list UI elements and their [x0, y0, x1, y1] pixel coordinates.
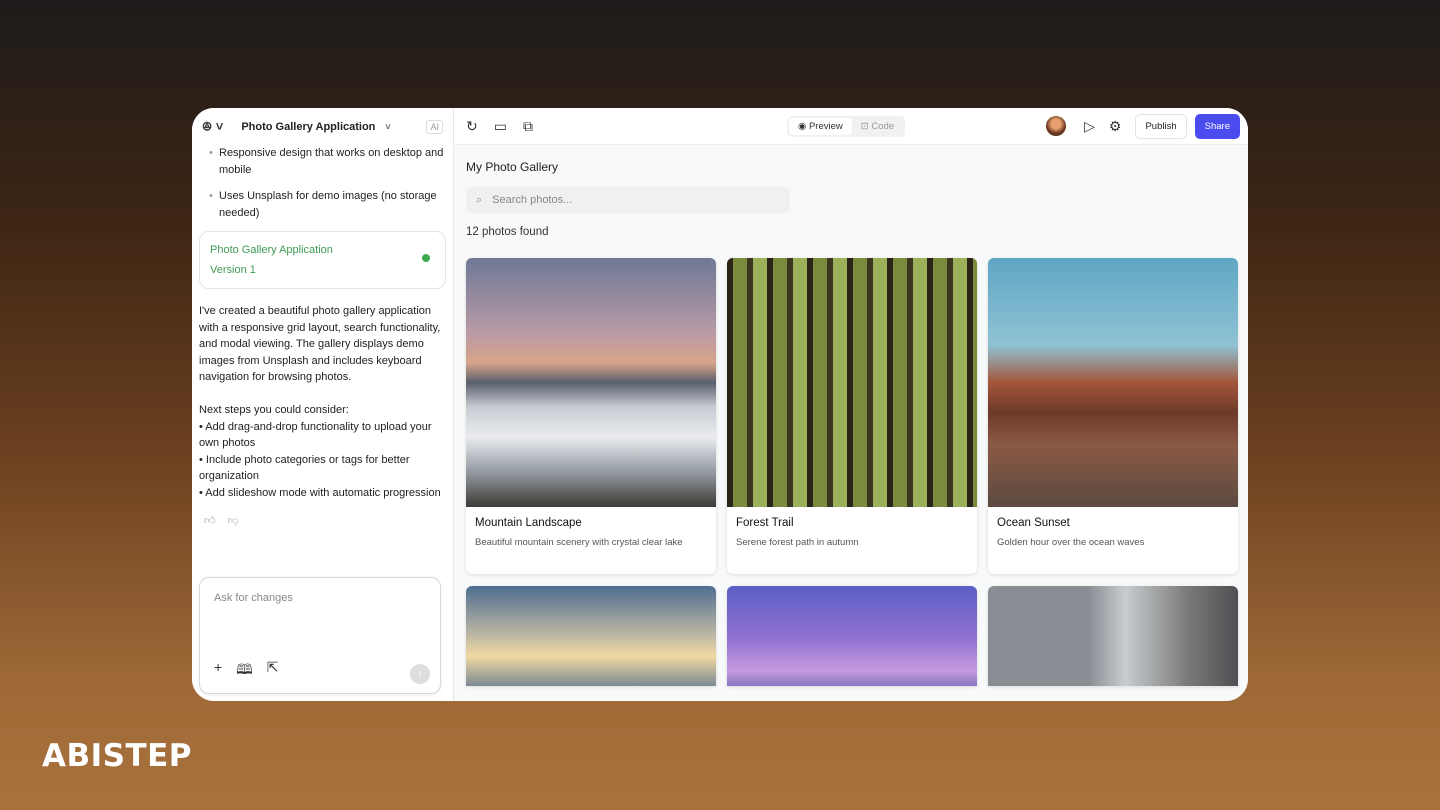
avatar[interactable]: [1046, 116, 1067, 136]
list-item: • Uses Unsplash for demo images (no stora…: [199, 188, 446, 221]
bullet-text: Responsive design that works on desktop …: [219, 147, 444, 176]
view-toggle: ◉ Preview ⊡ Code: [787, 116, 906, 137]
panel-icon[interactable]: ▭: [494, 118, 507, 135]
chevron-down-icon[interactable]: ˅: [385, 122, 390, 132]
publish-button[interactable]: Publish: [1135, 113, 1187, 139]
message-line: Next steps you could consider:: [199, 404, 349, 416]
tab-code[interactable]: ⊡ Code: [852, 118, 903, 135]
book-icon[interactable]: 🕮: [236, 659, 253, 683]
photo-grid: Mountain Landscape Beautiful mountain sce…: [466, 258, 1238, 686]
photo-card[interactable]: Mountain Landscape Beautiful mountain sce…: [466, 258, 716, 574]
send-button[interactable]: ↑: [410, 664, 430, 684]
preview-pane: My Photo Gallery ⌕ Search photos... 12 ph…: [454, 145, 1248, 701]
photo-card[interactable]: Ocean Sunset Golden hour over the ocean w…: [988, 258, 1238, 574]
photo-card[interactable]: [727, 586, 977, 686]
assistant-message: I've created a beautiful photo gallery a…: [199, 305, 441, 383]
search-input[interactable]: ⌕ Search photos...: [466, 187, 790, 213]
code-icon: ⊡: [860, 121, 872, 132]
chat-input[interactable]: Ask for changes + 🕮 ⇱ ↑: [199, 577, 441, 694]
app-logo-icon[interactable]: ꔮ ˅: [202, 119, 223, 135]
message-line: • Include photo categories or tags for b…: [199, 453, 410, 483]
tab-label: Code: [871, 121, 895, 132]
ai-badge[interactable]: AI: [426, 119, 443, 134]
photo-desc: Beautiful mountain scenery with crystal …: [475, 537, 683, 548]
thumbs-down-icon[interactable]: 👎︎: [228, 513, 239, 530]
photo-title: Mountain Landscape: [475, 517, 582, 529]
version-card[interactable]: Photo Gallery Application Version 1: [199, 231, 446, 289]
photo-card[interactable]: Forest Trail Serene forest path in autumn: [727, 258, 977, 574]
responsive-icon[interactable]: ⧉: [523, 118, 533, 135]
status-dot: [422, 254, 430, 262]
message-line: • Add drag-and-drop functionality to upl…: [199, 420, 432, 450]
refresh-icon[interactable]: ↻: [466, 118, 478, 135]
photo-card[interactable]: [466, 586, 716, 686]
photo-image[interactable]: [466, 258, 716, 507]
photo-image[interactable]: [466, 586, 716, 686]
share-button[interactable]: Share: [1194, 113, 1240, 139]
thumbs-up-icon[interactable]: 👍︎: [204, 513, 216, 530]
photo-title: Forest Trail: [736, 517, 794, 529]
play-icon[interactable]: ▷: [1084, 118, 1095, 135]
version-label: Version 1: [210, 264, 256, 276]
search-icon: ⌕: [476, 193, 483, 206]
sidebar-header: ꔮ ˅ Photo Gallery Application ˅ AI: [192, 108, 453, 145]
project-name[interactable]: Photo Gallery Application: [241, 121, 375, 133]
tab-preview[interactable]: ◉ Preview: [789, 118, 852, 135]
select-cursor-icon[interactable]: ⇱: [267, 659, 279, 683]
toolbar: ↻ ▭ ⧉ ◉ Preview ⊡ Code ▷ ⚙ Publish Share: [454, 108, 1248, 145]
photo-image[interactable]: [727, 258, 977, 507]
eye-icon: ◉: [798, 121, 809, 132]
chat-sidebar: ꔮ ˅ Photo Gallery Application ˅ AI • Resp…: [192, 108, 454, 701]
photo-desc: Golden hour over the ocean waves: [997, 537, 1145, 548]
page-title: My Photo Gallery: [466, 160, 559, 174]
app-window: ꔮ ˅ Photo Gallery Application ˅ AI • Resp…: [192, 108, 1248, 701]
photo-image[interactable]: [988, 586, 1238, 686]
search-placeholder: Search photos...: [492, 194, 573, 206]
photo-count: 12 photos found: [466, 226, 549, 238]
brand-logo: ABISTEP: [42, 738, 193, 774]
plus-icon[interactable]: +: [214, 659, 222, 683]
photo-desc: Serene forest path in autumn: [736, 537, 859, 548]
chat-messages: • Responsive design that works on desktop…: [192, 145, 453, 530]
tab-label: Preview: [808, 121, 843, 132]
gear-icon[interactable]: ⚙: [1109, 118, 1122, 135]
bullet-text: Uses Unsplash for demo images (no storag…: [219, 190, 437, 219]
version-title: Photo Gallery Application: [210, 244, 333, 256]
list-item: • Responsive design that works on desktop…: [199, 145, 446, 178]
chat-placeholder: Ask for changes: [214, 592, 293, 604]
message-line: • Add slideshow mode with automatic prog…: [199, 486, 441, 499]
photo-title: Ocean Sunset: [997, 517, 1070, 529]
photo-image[interactable]: [727, 586, 977, 686]
photo-image[interactable]: [988, 258, 1238, 507]
photo-card[interactable]: [988, 586, 1238, 686]
